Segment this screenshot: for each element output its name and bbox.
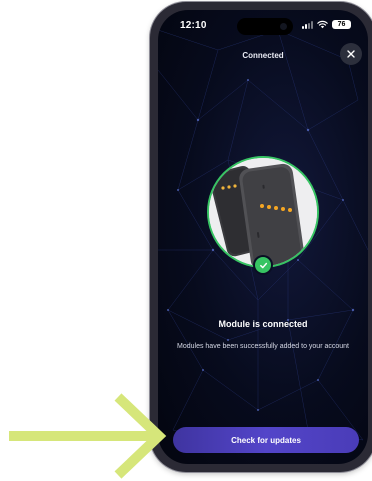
battery-icon: 76 [332, 20, 351, 29]
success-title: Module is connected [218, 319, 308, 329]
status-time: 12:10 [180, 20, 207, 31]
app-screen: 12:10 76 Connected Module is connected M… [158, 10, 368, 464]
phone-frame: 12:10 76 Connected Module is connected M… [150, 2, 372, 472]
dynamic-island [237, 18, 293, 35]
signal-icon [302, 20, 313, 29]
status-icons: 76 [302, 20, 351, 29]
check-for-updates-button[interactable]: Check for updates [173, 427, 359, 453]
close-icon [347, 50, 355, 58]
close-button[interactable] [340, 43, 362, 65]
module-illustration [209, 158, 317, 266]
success-badge [255, 257, 271, 273]
camera-dot [280, 23, 287, 30]
connected-modules-image [209, 158, 317, 266]
wifi-icon [317, 20, 328, 29]
header-title: Connected [242, 51, 284, 60]
success-message: Modules have been successfully added to … [177, 343, 349, 350]
check-icon [259, 262, 267, 268]
